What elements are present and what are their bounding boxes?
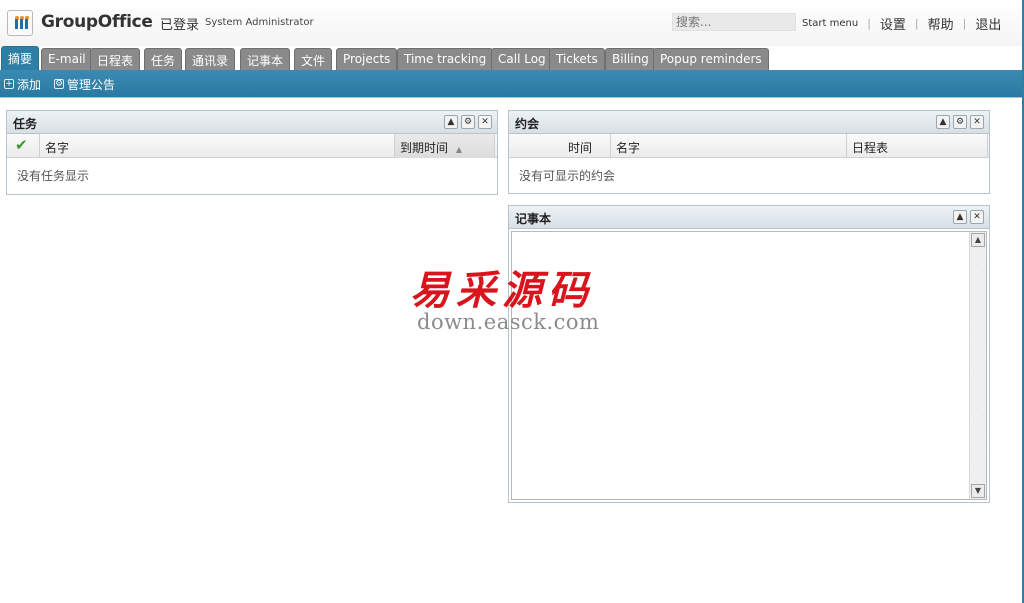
watermark-url: down.easck.com [417, 310, 600, 334]
gear-icon[interactable]: ⚙ [461, 115, 475, 129]
tasks-empty-message: 没有任务显示 [17, 169, 90, 183]
appointments-col-time[interactable]: 时间 [509, 134, 611, 158]
brand-name: GroupOffice [41, 12, 153, 32]
logged-in-label: 已登录 [160, 18, 200, 33]
manage-announcements-label: 管理公告 [67, 77, 116, 92]
watermark-chinese: 易采源码 [410, 267, 594, 314]
plus-icon: + [4, 78, 14, 89]
tab-time-tracking[interactable]: Time tracking [397, 48, 494, 70]
tab-tasks[interactable]: 任务 [144, 48, 183, 70]
sort-asc-icon: ▲ [455, 145, 462, 154]
logout-link[interactable]: 退出 [975, 14, 1001, 33]
separator: | [914, 16, 919, 30]
tab-notes[interactable]: 记事本 [240, 48, 291, 70]
gear-icon[interactable]: ⚙ [953, 115, 967, 129]
tab-projects[interactable]: Projects [336, 48, 398, 70]
separator: | [867, 16, 871, 30]
current-user: System Administrator [205, 17, 314, 28]
notes-scrollbar[interactable]: ▲ ▼ [969, 232, 986, 499]
scroll-down-icon[interactable]: ▼ [971, 484, 985, 498]
close-icon[interactable]: ✕ [970, 115, 984, 129]
scroll-up-icon[interactable]: ▲ [971, 233, 985, 247]
completed-check-icon[interactable]: ✔ [7, 134, 40, 158]
tasks-portlet-header: 任务 ▲ ⚙ ✕ [7, 111, 497, 134]
tab-billing[interactable]: Billing [605, 48, 656, 70]
tab-tickets[interactable]: Tickets [549, 48, 605, 70]
collapse-icon[interactable]: ▲ [444, 115, 458, 129]
tab-email[interactable]: E-mail [41, 48, 93, 70]
header-links: Start menu | 设置 | 帮助 | 退出 [802, 14, 1001, 33]
appointments-portlet-header: 约会 ▲ ⚙ ✕ [509, 111, 989, 134]
search-input[interactable] [672, 13, 796, 31]
groupoffice-app: GroupOffice 已登录 System Administrator Sta… [0, 0, 1024, 603]
top-header: GroupOffice 已登录 System Administrator Sta… [0, 0, 1022, 46]
appointments-portlet: 约会 ▲ ⚙ ✕ 时间 名字 日程表 没有可显示的约会 [508, 110, 990, 194]
settings-link[interactable]: 设置 [880, 14, 906, 33]
tab-popup-reminders[interactable]: Popup reminders [653, 48, 769, 70]
close-icon[interactable]: ✕ [970, 210, 984, 224]
tasks-grid-header: ✔ 名字 到期时间 ▲ [7, 134, 497, 158]
tasks-portlet-tools: ▲ ⚙ ✕ [441, 115, 492, 129]
tab-files[interactable]: 文件 [294, 48, 333, 70]
tab-summary[interactable]: 摘要 [1, 46, 40, 70]
appointments-col-calendar[interactable]: 日程表 [847, 134, 988, 158]
add-button[interactable]: + 添加 [4, 76, 41, 92]
tasks-portlet: 任务 ▲ ⚙ ✕ ✔ 名字 到期时间 ▲ 没有任务显示 [6, 110, 498, 195]
notes-portlet-title: 记事本 [515, 212, 552, 226]
appointments-grid-header: 时间 名字 日程表 [509, 134, 989, 158]
module-tabs: 摘要 E-mail 日程表 任务 通讯录 记事本 文件 Projects Tim… [0, 46, 1022, 70]
appointments-empty-message: 没有可显示的约会 [519, 169, 616, 183]
appointments-col-name[interactable]: 名字 [611, 134, 847, 158]
start-menu-link[interactable]: Start menu [802, 18, 858, 29]
collapse-icon[interactable]: ▲ [953, 210, 967, 224]
tab-addressbook[interactable]: 通讯录 [185, 48, 236, 70]
summary-toolbar: + 添加 ⚙ 管理公告 [0, 70, 1022, 98]
tasks-col-due[interactable]: 到期时间 ▲ [395, 134, 495, 158]
notes-portlet-header: 记事本 ▲ ✕ [509, 206, 989, 229]
help-link[interactable]: 帮助 [928, 14, 954, 33]
notes-portlet: 记事本 ▲ ✕ ▲ ▼ [508, 205, 990, 503]
add-button-label: 添加 [17, 77, 42, 92]
appointments-portlet-tools: ▲ ⚙ ✕ [933, 115, 984, 129]
appointments-portlet-title: 约会 [515, 117, 540, 131]
tab-call-log[interactable]: Call Log [491, 48, 553, 70]
tasks-col-name[interactable]: 名字 [40, 134, 395, 158]
gear-icon: ⚙ [54, 78, 64, 89]
tasks-portlet-title: 任务 [13, 117, 38, 131]
tasks-col-due-label: 到期时间 [400, 141, 449, 155]
notes-portlet-tools: ▲ ✕ [950, 210, 984, 224]
collapse-icon[interactable]: ▲ [936, 115, 950, 129]
groupoffice-logo-icon [7, 10, 33, 36]
manage-announcements-button[interactable]: ⚙ 管理公告 [54, 76, 115, 92]
close-icon[interactable]: ✕ [478, 115, 492, 129]
tab-calendar[interactable]: 日程表 [90, 48, 141, 70]
separator: | [962, 16, 967, 30]
